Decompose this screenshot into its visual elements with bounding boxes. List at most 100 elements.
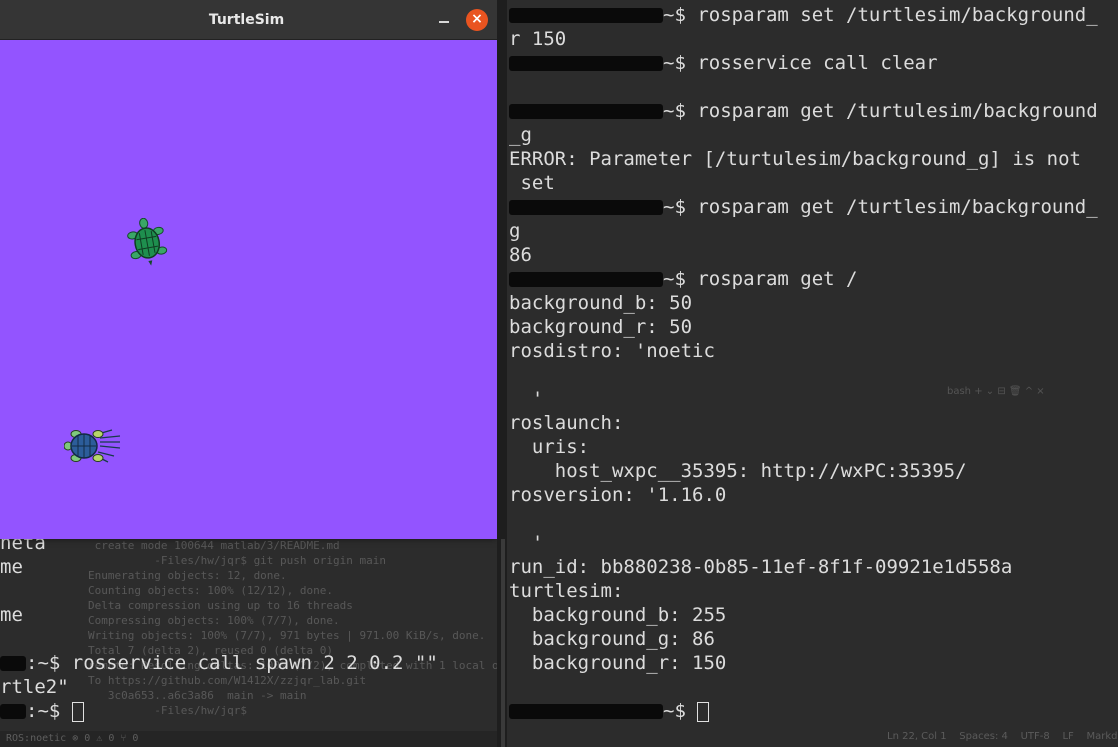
redacted-username xyxy=(509,272,663,287)
terminal-output-line: background_b: 255 xyxy=(509,603,1098,627)
terminal-output-line: uris: xyxy=(509,435,1098,459)
line-text: ~$ xyxy=(663,700,698,722)
status-bar-text: ROS:noetic ⊗ 0 ⚠ 0 ⑂ 0 xyxy=(6,733,139,744)
background-text-line: To https://github.com/W1412X/zzjqr_lab.g… xyxy=(88,674,367,687)
terminal-output-line: ' xyxy=(509,531,1098,555)
right-terminal[interactable]: ~$ rosparam set /turtlesim/background_r … xyxy=(507,0,1118,747)
background-text-line: Counting objects: 100% (12/12), done. xyxy=(88,584,334,597)
background-text-line: create mode 100644 matlab/3/README.md xyxy=(88,539,340,552)
line-text: host_wxpc__35395: http://wxPC:35395/ xyxy=(509,460,967,482)
terminal-output-line: _g xyxy=(509,123,1098,147)
terminal-output-line: r 150 xyxy=(509,27,1098,51)
background-status-bar: ROS:noetic ⊗ 0 ⚠ 0 ⑂ 0 xyxy=(0,731,500,747)
line-text: roslaunch: xyxy=(509,412,624,434)
terminal-output-line: g xyxy=(509,219,1098,243)
line-text: g xyxy=(509,220,521,242)
line-text: set xyxy=(509,172,555,194)
line-text: ~$ rosparam get /turtlesim/background_ xyxy=(663,196,1098,218)
background-status-right: Ln 22, Col 1 Spaces: 4 UTF-8 LF Markdown xyxy=(887,731,1118,742)
line-text: background_b: 50 xyxy=(509,292,693,314)
background-panel-label: bash + ⌄ ⊟ 🗑 ^ × xyxy=(947,386,1045,397)
terminal-output-line: rosversion: '1.16.0 xyxy=(509,483,1098,507)
line-text: r 150 xyxy=(509,28,567,50)
terminal-output-line: background_r: 50 xyxy=(509,315,1098,339)
line-text: ' xyxy=(509,388,544,410)
redacted-username xyxy=(0,704,26,719)
terminal-cursor[interactable] xyxy=(697,701,710,722)
line-text: run_id: bb880238-0b85-11ef-8f1f-09921e1d… xyxy=(509,556,1013,578)
background-text-line: -Files/hw/jqr$ git push origin main xyxy=(88,554,387,567)
background-text-line: 3c0a653..a6c3a86 main -> main xyxy=(88,689,307,702)
terminal-output-line: host_wxpc__35395: http://wxPC:35395/ xyxy=(509,459,1098,483)
terminal-output-line: rtle2" xyxy=(0,676,69,698)
terminal-command-line: :~$ rosservice call spawn 2 2 0.2 "" xyxy=(0,651,438,675)
turtlesim-window[interactable]: TurtleSim × xyxy=(0,0,497,539)
terminal-cursor[interactable] xyxy=(71,701,84,722)
line-text: background_b: 255 xyxy=(509,604,727,626)
terminal-output-line: background_g: 86 xyxy=(509,627,1098,651)
terminal-prompt-line: ~$ rosparam get /turtlesim/background_ xyxy=(509,195,1098,219)
terminal-prompt-line[interactable]: :~$ xyxy=(0,699,84,723)
scrollbar[interactable] xyxy=(501,539,505,747)
terminal-output: ~$ rosparam set /turtlesim/background_r … xyxy=(509,3,1098,723)
terminal-output-line: turtlesim: xyxy=(509,579,1098,603)
window-title: TurtleSim xyxy=(208,12,285,28)
redacted-username xyxy=(509,8,663,23)
line-text: background_r: 50 xyxy=(509,316,693,338)
background-text-line: Writing objects: 100% (7/7), 971 bytes |… xyxy=(88,629,486,642)
redacted-username xyxy=(509,200,663,215)
line-text: rosdistro: 'noetic xyxy=(509,340,715,362)
redacted-username xyxy=(509,56,663,71)
terminal-fragment: me xyxy=(0,556,23,578)
window-titlebar[interactable]: TurtleSim × xyxy=(0,0,497,40)
prompt: :~$ xyxy=(26,652,61,674)
line-text: background_g: 86 xyxy=(509,628,715,650)
line-text: ~$ rosparam set /turtlesim/background_ xyxy=(663,4,1098,26)
command-text: rosservice call spawn 2 2 0.2 "" xyxy=(60,652,438,674)
line-text: rosversion: '1.16.0 xyxy=(509,484,727,506)
terminal-output-line: set xyxy=(509,171,1098,195)
terminal-prompt-line: ~$ rosparam get / xyxy=(509,267,1098,291)
line-text: _g xyxy=(509,124,532,146)
line-text: ~$ rosparam get /turtulesim/background xyxy=(663,100,1098,122)
terminal-output-line: roslaunch: xyxy=(509,411,1098,435)
terminal-prompt-line[interactable]: ~$ xyxy=(509,699,1098,723)
redacted-username xyxy=(509,104,663,119)
line-text: uris: xyxy=(509,436,590,458)
line-text: background_r: 150 xyxy=(509,652,727,674)
terminal-output-line: rosdistro: 'noetic xyxy=(509,339,1098,363)
turtle-icon xyxy=(127,218,168,266)
terminal-prompt-line: ~$ rosparam set /turtlesim/background_ xyxy=(509,3,1098,27)
close-button[interactable]: × xyxy=(466,9,488,31)
terminal-prompt-line: ~$ rosservice call clear xyxy=(509,51,1098,75)
line-text: ~$ rosservice call clear xyxy=(663,52,938,74)
background-text-line: Delta compression using up to 16 threads xyxy=(88,599,353,612)
line-text: ERROR: Parameter [/turtulesim/background… xyxy=(509,148,1081,170)
redacted-username xyxy=(0,656,26,671)
terminal-output-line: background_r: 150 xyxy=(509,651,1098,675)
minimize-button[interactable] xyxy=(434,10,454,30)
prompt: :~$ xyxy=(26,700,61,722)
background-text-line: Compressing objects: 100% (7/7), done. xyxy=(88,614,340,627)
line-text: turtlesim: xyxy=(509,580,624,602)
line-text: 86 xyxy=(509,244,532,266)
line-text: ~$ rosparam get / xyxy=(663,268,858,290)
terminal-output-line: 86 xyxy=(509,243,1098,267)
line-text: ' xyxy=(509,532,544,554)
turtlesim-canvas xyxy=(0,40,497,539)
background-text-line: Enumerating objects: 12, done. xyxy=(88,569,287,582)
terminal-output-line: ERROR: Parameter [/turtulesim/background… xyxy=(509,147,1098,171)
terminal-output-line: background_b: 50 xyxy=(509,291,1098,315)
redacted-username xyxy=(509,704,663,719)
terminal-output-line: run_id: bb880238-0b85-11ef-8f1f-09921e1d… xyxy=(509,555,1098,579)
minimize-icon xyxy=(439,21,449,23)
turtle-icon xyxy=(64,429,121,463)
terminal-prompt-line: ~$ rosparam get /turtulesim/background xyxy=(509,99,1098,123)
background-text-line: -Files/hw/jqr$ xyxy=(88,704,254,717)
background-editor-text: create mode 100644 matlab/3/README.md -F… xyxy=(88,538,500,718)
terminal-fragment: me xyxy=(0,604,23,626)
